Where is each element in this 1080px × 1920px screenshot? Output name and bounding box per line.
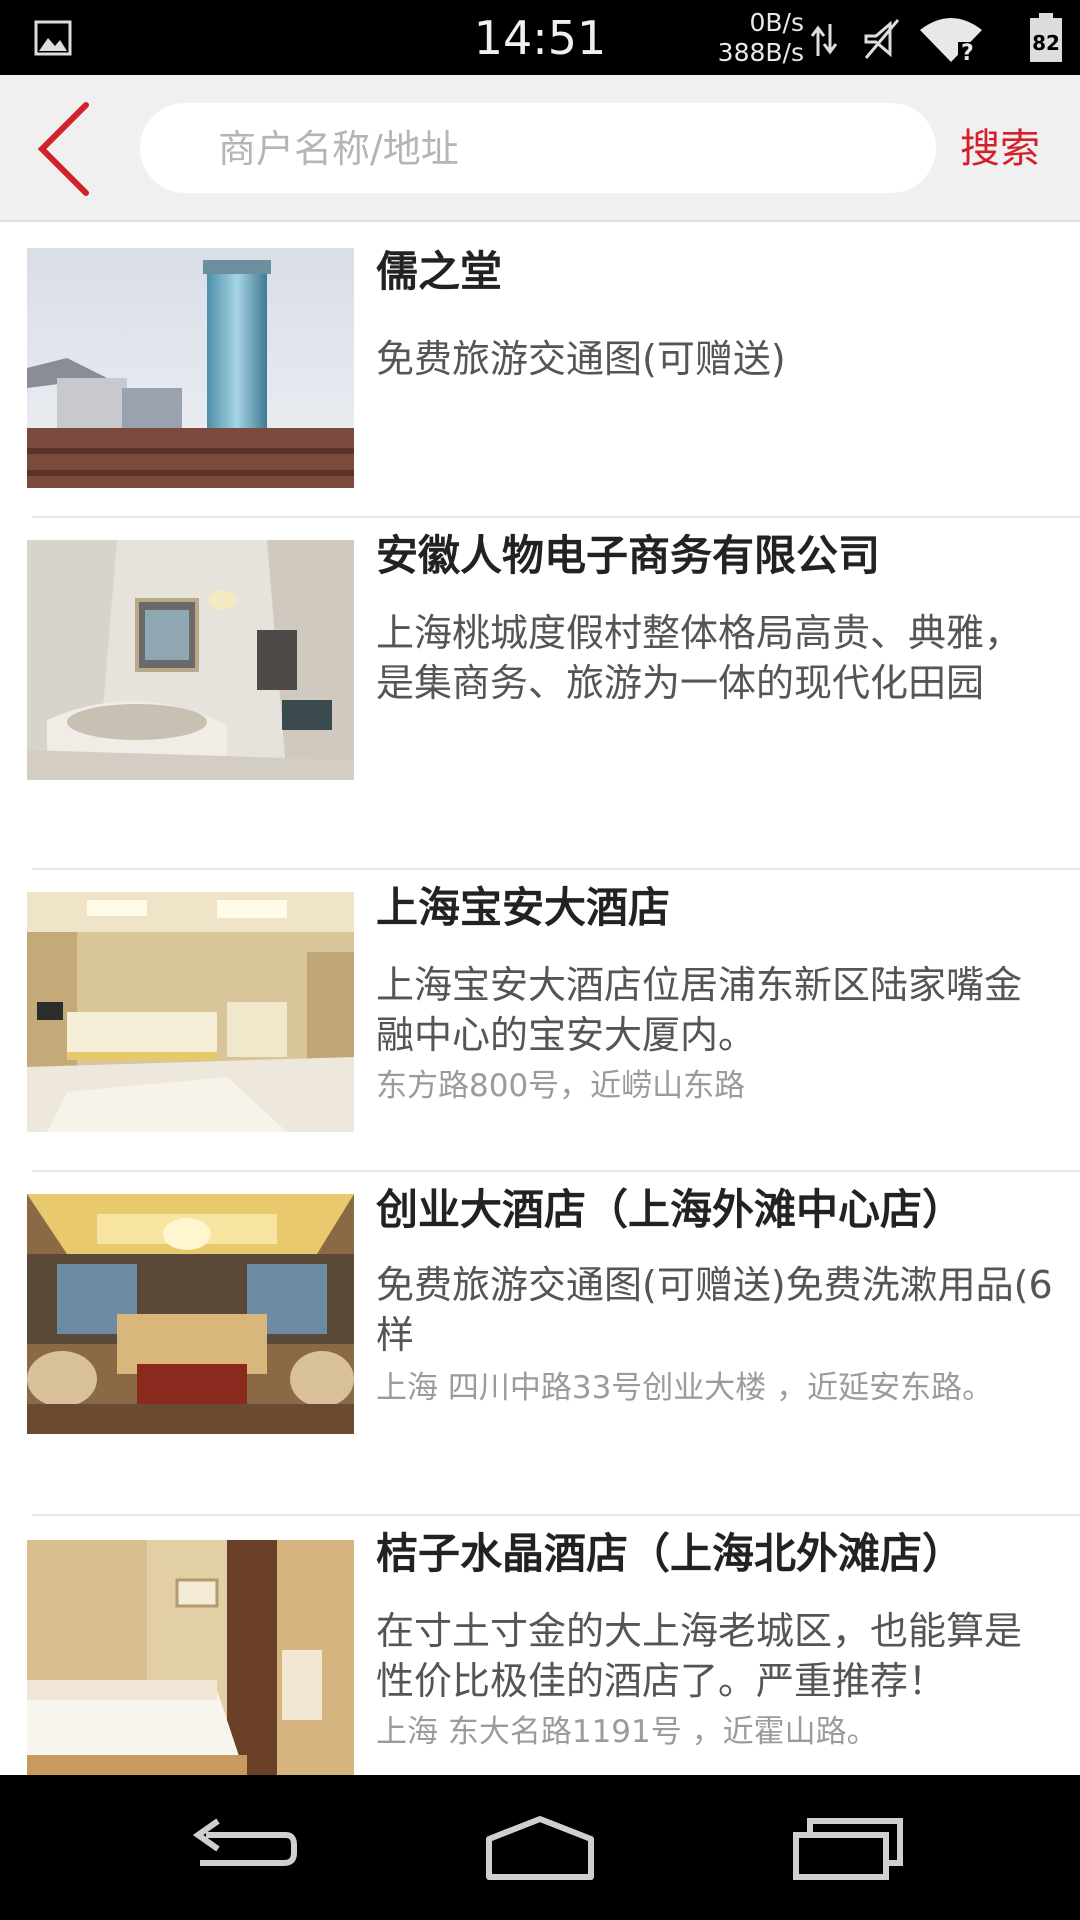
- mute-icon: [864, 19, 900, 59]
- search-input[interactable]: [216, 103, 920, 195]
- item-photo: [27, 540, 354, 780]
- net-up-rate: 388B/s: [717, 38, 804, 67]
- list-item[interactable]: 桔子水晶酒店（上海北外滩店） 在寸土寸金的大上海老城区，也能算是性价比极佳的酒店…: [0, 1516, 1080, 1775]
- hotel-lounge-photo: [27, 1194, 354, 1434]
- item-title: 安徽人物电子商务有限公司: [376, 531, 881, 580]
- item-description: 免费旅游交通图(可赠送)免费洗漱用品(6样: [376, 1263, 1053, 1357]
- chevron-left-icon: [37, 102, 89, 196]
- home-nav-icon: [486, 1816, 594, 1880]
- item-photo: [27, 892, 354, 1132]
- item-title: 儒之堂: [376, 247, 503, 296]
- item-title: 创业大酒店（上海外滩中心店）: [376, 1185, 965, 1234]
- back-button[interactable]: [32, 99, 104, 199]
- search-button[interactable]: 搜索: [960, 119, 1070, 179]
- svg-text:?: ?: [961, 41, 974, 64]
- item-title: 桔子水晶酒店（上海北外滩店）: [376, 1529, 965, 1578]
- navigation-bar: [0, 1775, 1080, 1920]
- net-down-rate: 0B/s: [749, 8, 804, 37]
- status-bar: 14:51 0B/s 388B/s ? 82: [0, 0, 1080, 75]
- hotel-tower-photo: [27, 248, 354, 488]
- item-address: 东方路800号，近崂山东路: [376, 1068, 746, 1104]
- item-description: 免费旅游交通图(可赠送): [376, 337, 786, 381]
- item-title: 上海宝安大酒店: [376, 883, 671, 932]
- marble-bathroom-photo: [27, 540, 354, 780]
- hotel-lobby-photo: [27, 892, 354, 1132]
- recents-nav-icon: [793, 1818, 903, 1880]
- item-photo: [27, 1194, 354, 1434]
- nav-recents-button[interactable]: [780, 1805, 910, 1895]
- network-speed: 0B/s 388B/s: [712, 8, 804, 68]
- item-address: 上海 东大名路1191号 ，近霍山路。: [376, 1714, 878, 1750]
- list-item[interactable]: 儒之堂 免费旅游交通图(可赠送): [0, 222, 1080, 518]
- item-photo: [27, 248, 354, 488]
- search-header: 搜索: [0, 75, 1080, 222]
- hotel-bedroom-photo: [27, 1540, 354, 1775]
- battery-icon: 82: [1030, 13, 1062, 62]
- item-description: 在寸土寸金的大上海老城区，也能算是性价比极佳的酒店了。严重推荐！: [376, 1609, 1023, 1703]
- item-address: 上海 四川中路33号创业大楼 ，近延安东路。: [376, 1370, 994, 1406]
- list-item[interactable]: 创业大酒店（上海外滩中心店） 免费旅游交通图(可赠送)免费洗漱用品(6样 上海 …: [0, 1172, 1080, 1516]
- item-photo: [27, 1540, 354, 1775]
- nav-home-button[interactable]: [475, 1805, 605, 1895]
- search-box: [140, 103, 936, 195]
- data-arrows-icon: [810, 24, 838, 56]
- item-description: 上海桃城度假村整体格局高贵、典雅，是集商务、旅游为一体的现代化田园: [376, 611, 1023, 705]
- list-item[interactable]: 安徽人物电子商务有限公司 上海桃城度假村整体格局高贵、典雅，是集商务、旅游为一体…: [0, 518, 1080, 870]
- nav-back-button[interactable]: [176, 1805, 306, 1895]
- wifi-icon: ?: [920, 18, 982, 64]
- item-description: 上海宝安大酒店位居浦东新区陆家嘴金融中心的宝安大厦内。: [376, 963, 1023, 1057]
- list-item[interactable]: 上海宝安大酒店 上海宝安大酒店位居浦东新区陆家嘴金融中心的宝安大厦内。 东方路8…: [0, 870, 1080, 1172]
- back-nav-icon: [192, 1818, 297, 1866]
- merchant-list: 儒之堂 免费旅游交通图(可赠送) 安徽人物电子商务有限公司 上海桃城度假村整体格…: [0, 222, 1080, 1775]
- battery-level: 82: [1032, 31, 1060, 55]
